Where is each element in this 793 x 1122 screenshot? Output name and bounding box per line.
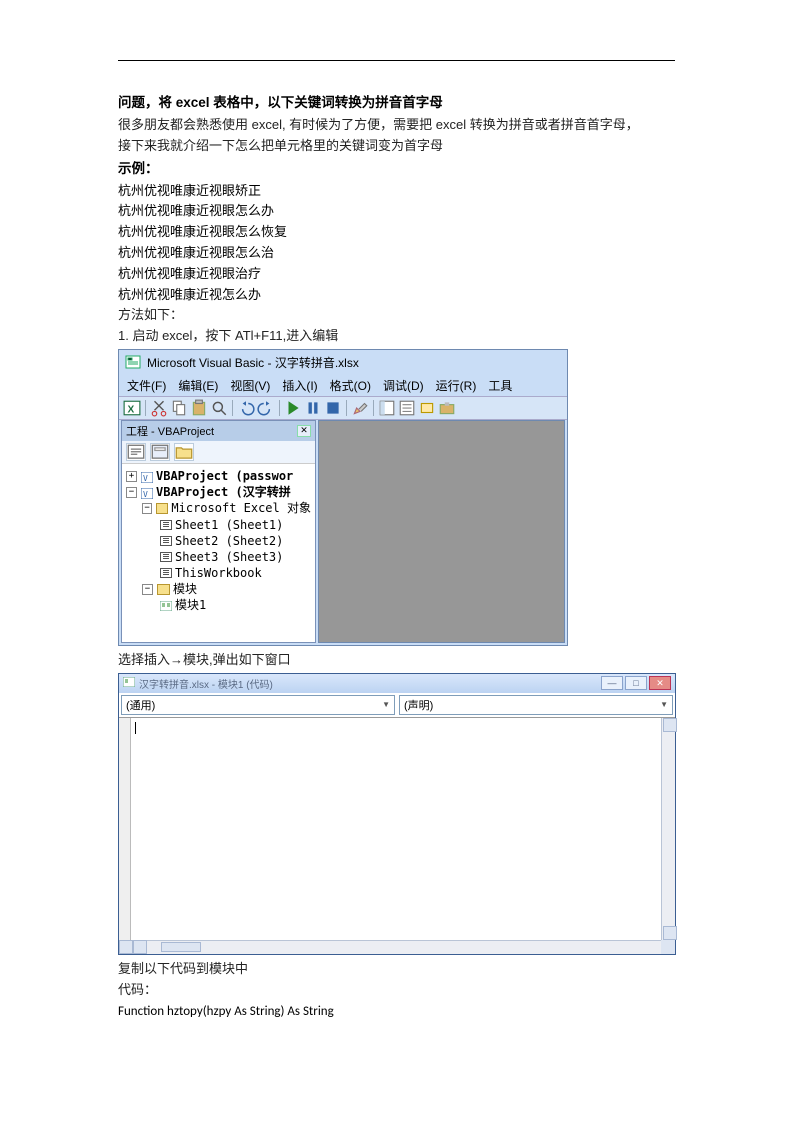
toolbox-icon[interactable]	[438, 399, 456, 417]
procedure-select-value: (声明)	[404, 697, 433, 713]
design-icon[interactable]	[351, 399, 369, 417]
close-icon[interactable]: ✕	[297, 425, 311, 437]
vba-app-icon	[125, 355, 141, 369]
chevron-down-icon: ▼	[660, 700, 668, 709]
project-explorer: 工程 - VBAProject ✕ +VVBAProject (passwor …	[121, 420, 316, 643]
post-2: 代码：	[118, 980, 675, 1001]
example-2: 杭州优视唯康近视眼怎么办	[118, 201, 675, 222]
project-tree[interactable]: +VVBAProject (passwor −VVBAProject (汉字转拼…	[122, 464, 315, 618]
menu-insert[interactable]: 插入(I)	[282, 377, 317, 394]
view-object-icon[interactable]	[150, 443, 170, 461]
method-label: 方法如下：	[118, 305, 675, 326]
svg-text:V: V	[143, 474, 148, 483]
tree-project-2b[interactable]: 汉字转拼	[243, 484, 291, 500]
tree-excel-objects[interactable]: Microsoft Excel 对象	[171, 500, 311, 516]
run-icon[interactable]	[284, 399, 302, 417]
minimize-icon[interactable]: —	[601, 676, 623, 690]
procedure-view-icon[interactable]	[119, 940, 133, 954]
module-window: 汉字转拼音.xlsx - 模块1 (代码) — □ ✕ (通用) ▼ (声明) …	[118, 673, 676, 955]
menu-file[interactable]: 文件(F)	[127, 377, 166, 394]
menu-view[interactable]: 视图(V)	[230, 377, 270, 394]
tree-sheet1[interactable]: Sheet1 (Sheet1)	[175, 517, 283, 533]
object-select-value: (通用)	[126, 697, 155, 713]
reset-icon[interactable]	[324, 399, 342, 417]
vba-menubar[interactable]: 文件(F) 编辑(E) 视图(V) 插入(I) 格式(O) 调试(D) 运行(R…	[119, 375, 567, 396]
code-editor[interactable]	[131, 718, 661, 940]
post-1: 复制以下代码到模块中	[118, 959, 675, 980]
tree-sheet3[interactable]: Sheet3 (Sheet3)	[175, 549, 283, 565]
sheet-icon	[160, 552, 172, 562]
folder-icon	[156, 503, 168, 514]
intro-2: 接下来我就介绍一下怎么把单元格里的关键词变为首字母	[118, 136, 675, 157]
procedure-select[interactable]: (声明) ▼	[399, 695, 673, 715]
vba-titlebar: Microsoft Visual Basic - 汉字转拼音.xlsx	[119, 350, 567, 375]
vba-toolbar: X	[119, 396, 567, 420]
folder-icon[interactable]	[174, 443, 194, 461]
close-icon[interactable]: ✕	[649, 676, 671, 690]
svg-text:V: V	[143, 490, 148, 499]
menu-debug[interactable]: 调试(D)	[383, 377, 424, 394]
scroll-corner	[661, 940, 675, 954]
step-1: 1. 启动 excel，按下 ATl+F11,进入编辑	[118, 326, 675, 347]
redo-icon[interactable]	[257, 399, 275, 417]
svg-text:X: X	[128, 404, 135, 415]
sheet-icon	[160, 536, 172, 546]
example-1: 杭州优视唯康近视眼矫正	[118, 181, 675, 202]
example-6: 杭州优视唯康近视怎么办	[118, 285, 675, 306]
view-code-icon[interactable]	[126, 443, 146, 461]
paste-icon[interactable]	[190, 399, 208, 417]
tree-project-2a[interactable]: VBAProject (	[156, 485, 243, 499]
workbook-icon	[160, 568, 172, 578]
module-icon	[160, 601, 172, 611]
vba-title-text: Microsoft Visual Basic - 汉字转拼音.xlsx	[147, 354, 359, 371]
excel-icon[interactable]: X	[123, 399, 141, 417]
example-label: 示例：	[118, 157, 675, 177]
sheet-icon	[160, 520, 172, 530]
code-line: Function hztopy(hzpy As String) As Strin…	[118, 1004, 675, 1019]
tree-modules[interactable]: 模块	[173, 581, 197, 597]
example-3: 杭州优视唯康近视眼怎么恢复	[118, 222, 675, 243]
module-app-icon	[123, 677, 135, 690]
tree-thisworkbook[interactable]: ThisWorkbook	[175, 565, 262, 581]
vba-ide-window: Microsoft Visual Basic - 汉字转拼音.xlsx 文件(F…	[118, 349, 568, 646]
project-explorer-title: 工程 - VBAProject	[126, 423, 214, 439]
tree-project-1[interactable]: VBAProject (passwor	[156, 468, 293, 484]
menu-edit[interactable]: 编辑(E)	[178, 377, 218, 394]
top-rule	[118, 60, 675, 61]
vertical-scrollbar[interactable]	[661, 718, 675, 940]
chevron-down-icon: ▼	[382, 700, 390, 709]
tree-module1[interactable]: 模块1	[175, 597, 206, 613]
vba-mdi-area	[318, 420, 565, 643]
step-2: 选择插入→模块,弹出如下窗口	[118, 650, 675, 671]
intro-1: 很多朋友都会熟悉使用 excel, 有时候为了方便，需要把 excel 转换为拼…	[118, 115, 675, 136]
object-browser-icon[interactable]	[418, 399, 436, 417]
copy-icon[interactable]	[170, 399, 188, 417]
full-module-view-icon[interactable]	[133, 940, 147, 954]
heading: 问题，将 excel 表格中，以下关键词转换为拼音首字母	[118, 91, 675, 111]
find-icon[interactable]	[210, 399, 228, 417]
break-icon[interactable]	[304, 399, 322, 417]
cut-icon[interactable]	[150, 399, 168, 417]
folder-icon	[157, 584, 170, 595]
object-select[interactable]: (通用) ▼	[121, 695, 395, 715]
code-gutter	[119, 718, 131, 940]
undo-icon[interactable]	[237, 399, 255, 417]
project-explorer-icon[interactable]	[378, 399, 396, 417]
example-5: 杭州优视唯康近视眼治疗	[118, 264, 675, 285]
module-title: 汉字转拼音.xlsx - 模块1 (代码)	[139, 676, 273, 691]
menu-tools[interactable]: 工具	[488, 377, 512, 394]
menu-run[interactable]: 运行(R)	[436, 377, 477, 394]
example-4: 杭州优视唯康近视眼怎么治	[118, 243, 675, 264]
maximize-icon[interactable]: □	[625, 676, 647, 690]
horizontal-scrollbar[interactable]	[147, 940, 661, 954]
tree-sheet2[interactable]: Sheet2 (Sheet2)	[175, 533, 283, 549]
properties-icon[interactable]	[398, 399, 416, 417]
menu-format[interactable]: 格式(O)	[330, 377, 371, 394]
